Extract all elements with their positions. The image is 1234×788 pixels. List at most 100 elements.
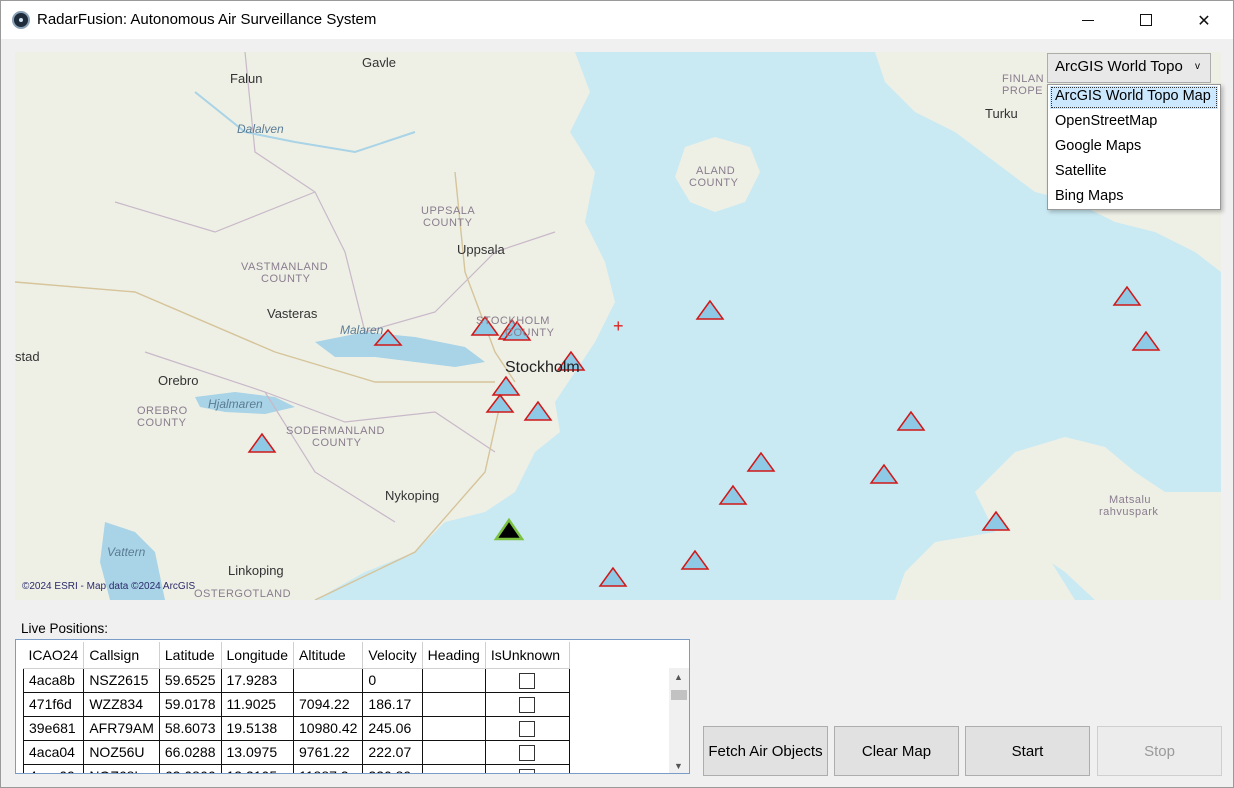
map-label-vattern: Vattern (107, 545, 146, 559)
map-label-nykoping: Nykoping (385, 488, 440, 503)
start-button[interactable]: Start (965, 726, 1090, 776)
main-window: RadarFusion: Autonomous Air Surveillance… (0, 0, 1234, 788)
basemap-options-list[interactable]: ArcGIS World Topo Map OpenStreetMap Goog… (1047, 84, 1221, 210)
basemap-option[interactable]: Google Maps (1048, 135, 1220, 160)
map-label-hjalmaren: Hjalmaren (208, 397, 263, 411)
cell-longitude[interactable]: 19.5138 (220, 715, 295, 741)
is-unknown-checkbox[interactable] (519, 720, 536, 737)
aircraft-marker (598, 566, 628, 587)
cell-latitude[interactable]: 59.6525 (158, 667, 222, 693)
is-unknown-checkbox[interactable] (519, 696, 536, 713)
cell-callsign[interactable]: NOZ68L (83, 763, 160, 773)
column-header[interactable]: IsUnknown (485, 642, 570, 669)
cell-altitude[interactable]: 7094.22 (293, 691, 364, 717)
cell-callsign[interactable]: AFR79AM (83, 715, 160, 741)
cell-velocity[interactable]: 230.89 (362, 763, 423, 773)
clear-map-button[interactable]: Clear Map (834, 726, 959, 776)
column-header[interactable]: Velocity (362, 642, 423, 669)
table-row[interactable]: 4aca8b NSZ2615 59.6525 17.9283 0 (22, 667, 570, 693)
scroll-thumb[interactable] (671, 690, 687, 700)
aircraft-marker (1112, 285, 1142, 306)
cell-longitude[interactable]: 11.9025 (220, 691, 295, 717)
fetch-air-objects-button[interactable]: Fetch Air Objects (703, 726, 828, 776)
map-label-orebro-county: OREBRO (137, 405, 188, 417)
column-header[interactable]: Heading (422, 642, 486, 669)
column-header[interactable]: Altitude (293, 642, 364, 669)
basemap-option[interactable]: Bing Maps (1048, 185, 1220, 210)
scroll-up-icon[interactable]: ▲ (674, 672, 683, 682)
cell-callsign[interactable]: WZZ834 (83, 691, 160, 717)
cell-altitude[interactable] (293, 667, 364, 693)
column-header[interactable]: Longitude (221, 642, 295, 669)
cell-velocity[interactable]: 222.07 (362, 739, 423, 765)
map-label-gavle: Gavle (362, 55, 396, 70)
close-button[interactable]: ✕ (1175, 1, 1233, 39)
cell-heading[interactable] (421, 667, 486, 693)
cell-altitude[interactable]: 9761.22 (293, 739, 364, 765)
stop-button[interactable]: Stop (1097, 726, 1222, 776)
cell-latitude[interactable]: 63.0866 (158, 763, 222, 773)
minimize-button[interactable] (1059, 1, 1117, 39)
cell-callsign[interactable]: NOZ56U (83, 739, 160, 765)
cell-heading[interactable] (421, 763, 486, 773)
is-unknown-checkbox[interactable] (519, 768, 536, 773)
column-header[interactable]: ICAO24 (23, 642, 85, 669)
cell-heading[interactable] (421, 691, 486, 717)
map-label-matsalu-2: rahvuspark (1099, 506, 1159, 518)
cell-is-unknown[interactable] (484, 763, 570, 773)
cell-heading[interactable] (421, 739, 486, 765)
cell-is-unknown[interactable] (484, 691, 570, 717)
cell-callsign[interactable]: NSZ2615 (83, 667, 160, 693)
title-bar[interactable]: RadarFusion: Autonomous Air Surveillance… (1, 1, 1233, 39)
map-label-dalalven: Dalalven (237, 122, 284, 136)
column-header[interactable]: Callsign (83, 642, 160, 669)
cell-altitude[interactable]: 10980.42 (293, 715, 364, 741)
map-label-ostergotland: OSTERGOTLAND (194, 588, 292, 600)
cell-icao24[interactable]: 471f6d (22, 691, 85, 717)
map-label-matsalu: Matsalu (1109, 494, 1152, 506)
is-unknown-checkbox[interactable] (519, 744, 536, 761)
basemap-select[interactable]: ArcGIS World Topo v (1047, 53, 1211, 83)
cell-icao24[interactable]: 4aca8b (22, 667, 85, 693)
cell-latitude[interactable]: 59.0178 (158, 691, 222, 717)
table-row[interactable]: 4aca04 NOZ56U 66.0288 13.0975 9761.22 22… (22, 739, 570, 765)
column-header[interactable]: Latitude (159, 642, 222, 669)
cell-is-unknown[interactable] (484, 739, 570, 765)
cell-icao24[interactable]: 4aca09 (22, 763, 85, 773)
scroll-down-icon[interactable]: ▼ (674, 761, 683, 771)
cell-is-unknown[interactable] (484, 715, 570, 741)
cell-altitude[interactable]: 11887.2 (293, 763, 364, 773)
is-unknown-checkbox[interactable] (519, 672, 536, 689)
cell-latitude[interactable]: 66.0288 (158, 739, 222, 765)
maximize-icon (1140, 14, 1152, 26)
cell-velocity[interactable]: 245.06 (362, 715, 423, 741)
cell-is-unknown[interactable] (484, 667, 570, 693)
basemap-option[interactable]: OpenStreetMap (1048, 110, 1220, 135)
table-row[interactable]: 39e681 AFR79AM 58.6073 19.5138 10980.42 … (22, 715, 570, 741)
cell-latitude[interactable]: 58.6073 (158, 715, 222, 741)
map-label-sodermanland: SODERMANLAND (286, 425, 385, 437)
cell-longitude[interactable]: 13.3105 (220, 763, 295, 773)
cell-velocity[interactable]: 0 (362, 667, 423, 693)
live-positions-grid[interactable]: ICAO24 Callsign Latitude Longitude Altit… (15, 639, 690, 774)
basemap-option[interactable]: Satellite (1048, 160, 1220, 185)
aircraft-marker (718, 484, 748, 505)
cell-velocity[interactable]: 186.17 (362, 691, 423, 717)
map-label-falun: Falun (230, 71, 263, 86)
map-label-vastmanland: VASTMANLAND (241, 261, 329, 273)
cell-icao24[interactable]: 4aca04 (22, 739, 85, 765)
map-view[interactable]: Gavle Falun Dalalven UPPSALA COUNTY Upps… (15, 52, 1221, 600)
cell-icao24[interactable]: 39e681 (22, 715, 85, 741)
cell-longitude[interactable]: 17.9283 (220, 667, 295, 693)
map-label-finland-2: PROPE (1002, 85, 1044, 97)
map-label-linkoping: Linkoping (228, 563, 284, 578)
map-label-uppsala: Uppsala (457, 242, 505, 257)
maximize-button[interactable] (1117, 1, 1175, 39)
grid-vertical-scrollbar[interactable]: ▲ ▼ (669, 668, 689, 773)
cell-heading[interactable] (421, 715, 486, 741)
table-row[interactable]: 4aca09 NOZ68L 63.0866 13.3105 11887.2 23… (22, 763, 570, 773)
aircraft-marker (869, 463, 899, 484)
basemap-option[interactable]: ArcGIS World Topo Map (1050, 86, 1218, 109)
table-row[interactable]: 471f6d WZZ834 59.0178 11.9025 7094.22 18… (22, 691, 570, 717)
cell-longitude[interactable]: 13.0975 (220, 739, 295, 765)
